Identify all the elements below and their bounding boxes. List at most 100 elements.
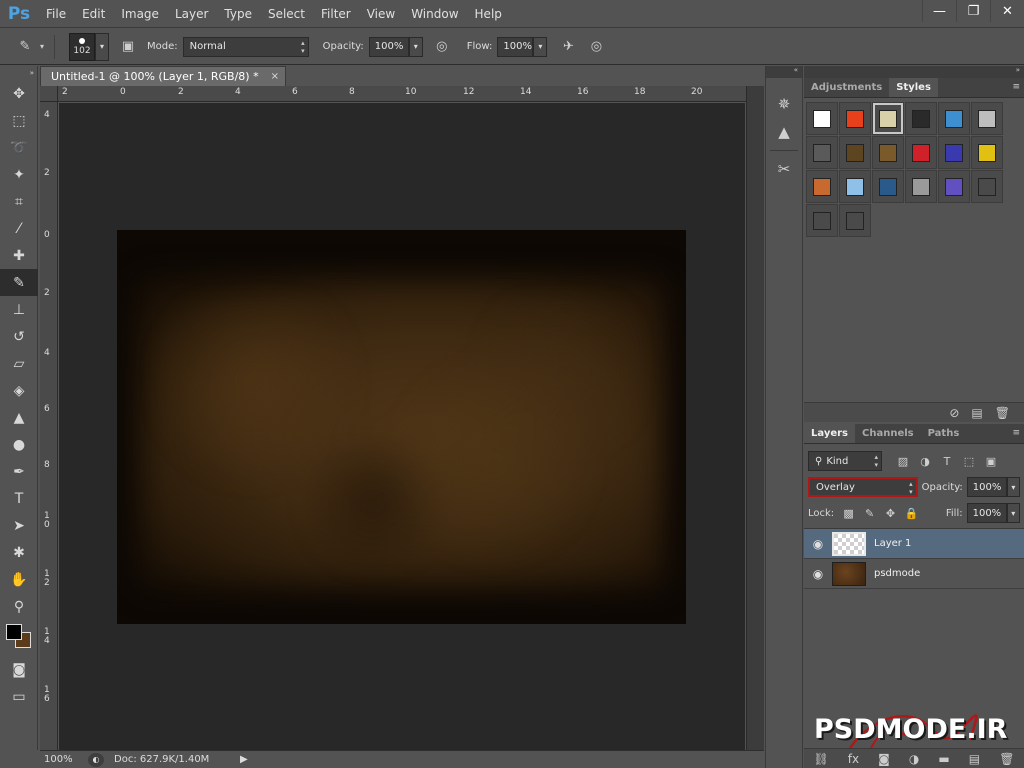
quick-select-tool-icon[interactable]: ✦ — [0, 161, 38, 188]
brush-panel-toggle-icon[interactable]: ▣ — [117, 36, 139, 58]
restore-button[interactable]: ❐ — [956, 0, 990, 22]
screen-mode-icon[interactable]: ▭ — [0, 683, 38, 710]
kind-filter-dropdown[interactable]: ⚲ Kind ▴ ▾ — [808, 451, 882, 471]
clear-style-icon[interactable]: ⊘ — [949, 406, 959, 420]
fill-input[interactable]: 100% — [966, 503, 1007, 523]
style-swatch[interactable] — [806, 204, 838, 237]
menu-window[interactable]: Window — [403, 0, 466, 28]
airbrush-icon[interactable]: ✈ — [557, 36, 579, 58]
layer-opacity-arrow-icon[interactable]: ▾ — [1006, 477, 1020, 497]
style-swatch[interactable] — [971, 102, 1003, 135]
style-swatch[interactable] — [806, 170, 838, 203]
collapse-tools-icon[interactable]: » — [0, 66, 38, 80]
close-document-icon[interactable]: × — [271, 71, 279, 82]
zoom-level[interactable]: 100% — [40, 754, 88, 765]
style-swatch[interactable] — [839, 170, 871, 203]
style-swatch[interactable] — [806, 136, 838, 169]
visibility-eye-icon[interactable]: ◉ — [804, 537, 832, 551]
fill-arrow-icon[interactable]: ▾ — [1006, 503, 1020, 523]
style-swatch[interactable] — [872, 170, 904, 203]
style-swatch[interactable] — [872, 136, 904, 169]
new-layer-icon[interactable]: ▤ — [969, 752, 980, 766]
style-swatch[interactable] — [839, 102, 871, 135]
style-swatch[interactable] — [905, 102, 937, 135]
style-swatch[interactable] — [905, 170, 937, 203]
filter-shape-icon[interactable]: ⬚ — [958, 455, 980, 468]
brush-preset-picker[interactable]: 102 — [69, 32, 95, 61]
menu-file[interactable]: File — [38, 0, 74, 28]
healing-brush-tool-icon[interactable]: ✚ — [0, 242, 38, 269]
filter-pixel-icon[interactable]: ▨ — [892, 455, 914, 468]
layer-opacity-input[interactable]: 100% — [966, 477, 1007, 497]
histogram-icon[interactable]: ▲ — [766, 118, 802, 146]
foreground-color[interactable] — [6, 624, 22, 640]
layer-name[interactable]: Layer 1 — [874, 538, 911, 549]
blur-tool-icon[interactable]: ▲ — [0, 404, 38, 431]
eraser-tool-icon[interactable]: ▱ — [0, 350, 38, 377]
style-swatch[interactable] — [872, 102, 904, 135]
flow-input[interactable]: 100% — [497, 36, 534, 57]
status-info-icon[interactable]: ◐ — [88, 752, 104, 767]
new-group-icon[interactable]: ▬ — [938, 752, 949, 766]
tab-adjustments[interactable]: Adjustments — [804, 78, 889, 97]
hand-tool-icon[interactable]: ✋ — [0, 566, 38, 593]
brush-tool-icon[interactable]: ✎ — [14, 36, 36, 58]
move-tool-icon[interactable]: ✥ — [0, 80, 38, 107]
color-swatches[interactable] — [0, 620, 38, 656]
style-swatch[interactable] — [971, 136, 1003, 169]
filter-smart-object-icon[interactable]: ▣ — [980, 455, 1002, 468]
tool-preset-arrow-icon[interactable]: ▾ — [36, 36, 48, 58]
vertical-ruler[interactable]: 4 2 0 2 4 6 8 1 0 1 2 1 4 1 6 — [40, 102, 58, 750]
link-layers-icon[interactable]: ⛓ — [814, 752, 829, 766]
menu-type[interactable]: Type — [216, 0, 260, 28]
paint-bucket-tool-icon[interactable]: ◈ — [0, 377, 38, 404]
ruler-origin[interactable] — [40, 86, 58, 102]
panel-menu-icon[interactable]: ≡ — [1012, 82, 1020, 92]
opacity-slider-arrow-icon[interactable]: ▾ — [408, 36, 423, 57]
pressure-size-icon[interactable]: ◎ — [585, 36, 607, 58]
clone-stamp-tool-icon[interactable]: ⊥ — [0, 296, 38, 323]
menu-edit[interactable]: Edit — [74, 0, 113, 28]
layer-name[interactable]: psdmode — [874, 568, 920, 579]
opacity-input[interactable]: 100% — [368, 36, 409, 57]
document-canvas[interactable] — [117, 230, 686, 624]
pen-tool-icon[interactable]: ✒ — [0, 458, 38, 485]
horizontal-ruler[interactable]: 2 0 2 4 6 8 10 12 14 16 18 20 — [58, 86, 746, 102]
type-tool-icon[interactable]: T — [0, 485, 38, 512]
path-select-tool-icon[interactable]: ➤ — [0, 512, 38, 539]
filter-adjustment-icon[interactable]: ◑ — [914, 455, 936, 468]
minimize-button[interactable]: — — [922, 0, 956, 22]
style-swatch[interactable] — [971, 170, 1003, 203]
tab-paths[interactable]: Paths — [921, 424, 967, 443]
style-swatch[interactable] — [806, 102, 838, 135]
shape-tool-icon[interactable]: ✱ — [0, 539, 38, 566]
flow-slider-arrow-icon[interactable]: ▾ — [533, 36, 548, 57]
menu-view[interactable]: View — [359, 0, 403, 28]
vertical-scrollbar[interactable] — [746, 86, 764, 750]
marquee-tool-icon[interactable]: ⬚ — [0, 107, 38, 134]
brush-picker-arrow-icon[interactable]: ▾ — [95, 32, 109, 61]
menu-filter[interactable]: Filter — [313, 0, 359, 28]
document-tab[interactable]: Untitled-1 @ 100% (Layer 1, RGB/8) * × — [40, 66, 286, 86]
mode-dropdown[interactable]: Normal ▴ ▾ — [182, 36, 309, 57]
layer-style-icon[interactable]: fx — [848, 752, 859, 766]
lock-position-icon[interactable]: ✥ — [880, 507, 901, 520]
expand-dock-icon[interactable]: « — [766, 66, 802, 78]
brush-tool-icon[interactable]: ✎ — [0, 269, 38, 296]
tab-channels[interactable]: Channels — [855, 424, 921, 443]
eyedropper-tool-icon[interactable]: ⁄ — [0, 215, 38, 242]
delete-layer-icon[interactable]: 🗑 — [999, 752, 1014, 766]
dodge-tool-icon[interactable]: ● — [0, 431, 38, 458]
style-swatch[interactable] — [938, 102, 970, 135]
blend-mode-dropdown[interactable]: Overlay ▴ ▾ — [808, 477, 918, 497]
lock-image-icon[interactable]: ✎ — [859, 507, 880, 520]
layer-row[interactable]: ◉ Layer 1 — [804, 529, 1024, 559]
adjustment-layer-icon[interactable]: ◑ — [909, 752, 919, 766]
menu-select[interactable]: Select — [260, 0, 313, 28]
close-window-button[interactable]: ✕ — [990, 0, 1024, 22]
layer-row[interactable]: ◉ psdmode — [804, 559, 1024, 589]
pressure-opacity-icon[interactable]: ◎ — [431, 36, 453, 58]
style-swatch[interactable] — [839, 136, 871, 169]
tool-presets-icon[interactable]: ✂ — [766, 155, 802, 183]
style-swatch[interactable] — [938, 170, 970, 203]
